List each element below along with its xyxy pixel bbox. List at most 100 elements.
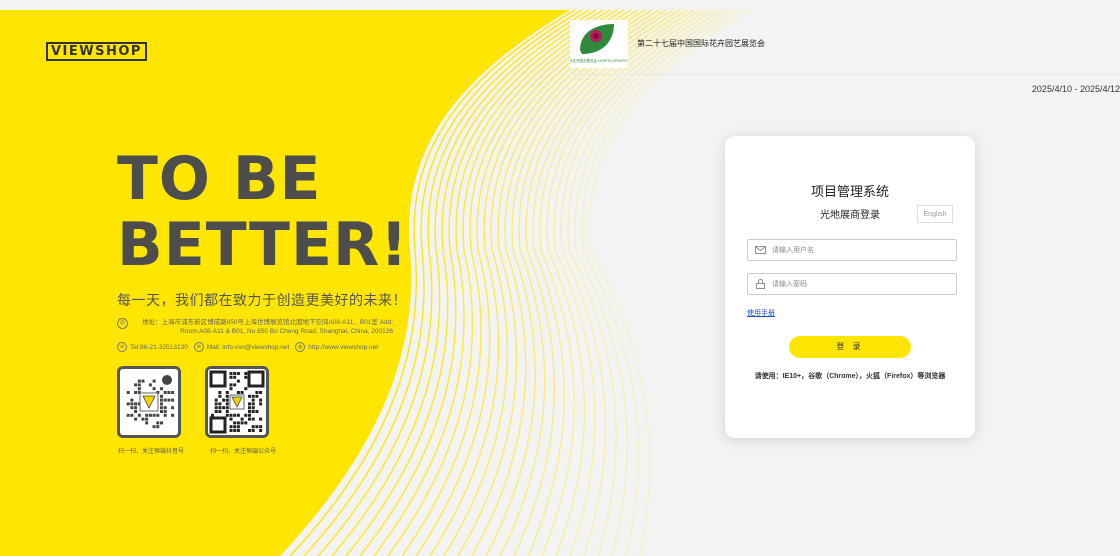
qr-module [130,398,134,402]
qr-module [259,391,263,394]
qr-module [225,398,229,402]
login-button[interactable]: 登 录 [789,336,911,358]
qr-module [218,402,222,406]
qr-module [134,391,138,394]
hero-slogan: 每一天，我们都在致力于创造更美好的未来！ [117,292,407,308]
qr-module [229,425,233,429]
qr-module [236,421,240,425]
expo-logo: 中国国际花卉园艺展览会 HORTIFLOREXPO CHINA [558,20,640,68]
qr-module [233,372,237,375]
qr-module [233,383,237,387]
qr-module [163,413,167,417]
qr-module [233,421,237,425]
qr-module [214,402,218,406]
qr-module [160,398,163,402]
qr-module [126,402,130,406]
qr-module [145,417,149,421]
qr-module [167,398,171,402]
qr-module [244,372,248,375]
browser-tip: 请使用：IE10+，谷歌（Chrome），火狐（Firefox）等浏览器 [754,373,946,380]
qr-module [248,394,251,398]
qr-module [244,413,248,417]
address-text: 地址：上海市浦东新区博成路850号上海世博展览馆北面地下空间A08-A11、B0… [142,319,393,335]
qr-module [134,406,138,410]
qr-module [211,413,214,417]
company-contact: ☏ Tel:86-21-32513130 ✉ Mail: info.vsn@view… [117,342,384,352]
qr-module [160,387,163,391]
username-input[interactable] [772,242,952,258]
qr-module [236,379,240,383]
qr-module [236,413,240,417]
qr-module [160,394,163,398]
hero-headline-line2: BETTER! [117,210,409,280]
wechat-qr-code [205,366,269,438]
mail-text: Mail: info.vsn@viewshop.net [206,343,290,351]
user-manual-link[interactable]: 使用手册 [747,308,775,318]
qr-module [240,417,244,421]
mail-icon [755,246,766,254]
qr-module [233,429,237,432]
qr-module [225,410,229,413]
qr-module [171,406,175,410]
qr-module [137,413,141,417]
qr-module [248,417,251,421]
qr-module [141,379,145,383]
qr-module [255,425,259,429]
expo-date-range: 2025/4/10 - 2025/4/12 [1031,84,1120,94]
qr-module [236,372,240,375]
qr-module [248,402,251,406]
qr-module [163,406,167,410]
qr-module [218,410,222,413]
password-field[interactable] [747,273,957,295]
password-input[interactable] [772,276,952,292]
qr-module [152,425,156,429]
expo-title: 第二十七届中国国际花卉园艺展览会 [637,39,765,48]
qr-module [229,417,233,421]
qr-module [160,406,163,410]
qr-module [259,402,263,406]
qr-module [160,402,163,406]
qr-module [152,413,156,417]
qr-module [145,421,149,425]
qr-module [240,391,244,394]
location-icon: ◎ [117,318,128,329]
qr-module [137,379,141,383]
qr-module [171,391,175,394]
qr-module [236,391,240,394]
qr-module [156,413,160,417]
wechat-qr-caption: 扫一扫，关注恒端公众号 [210,449,277,455]
qr-module [141,417,145,421]
qr-module [222,406,226,410]
company-address: ◎ 地址：上海市浦东新区博成路850号上海世博展览馆北面地下空间A08-A11、… [117,318,393,336]
qr-module [130,413,134,417]
qr-module [248,413,251,417]
qr-module [218,394,222,398]
qr-module [229,375,233,379]
phone-icon: ☏ [117,342,127,352]
qr-module [233,413,237,417]
qr-module [214,410,218,413]
qr-module [229,413,233,417]
qr-module [156,425,160,429]
qr-module [229,372,233,375]
qr-module [255,394,259,398]
qr-module [218,391,222,394]
qr-module [251,410,255,413]
qr-module [134,417,138,421]
brand-logo[interactable]: VIEWSHOP [46,42,147,61]
qr-module [259,398,263,402]
qr-module [244,421,248,425]
qr-module [240,421,244,425]
qr-module [145,413,149,417]
qr-module [137,387,141,391]
english-button[interactable]: English [917,205,953,223]
qr-module [126,413,130,417]
qr-module [225,413,229,417]
expo-logo-text: 中国国际花卉园艺展览会 HORTIFLOREXPO CHINA [570,58,628,63]
qr-module [233,375,237,379]
qr-module [225,391,229,394]
qr-module [148,413,152,417]
qr-module [248,429,251,432]
username-field[interactable] [747,239,957,261]
qr-module [167,391,171,394]
